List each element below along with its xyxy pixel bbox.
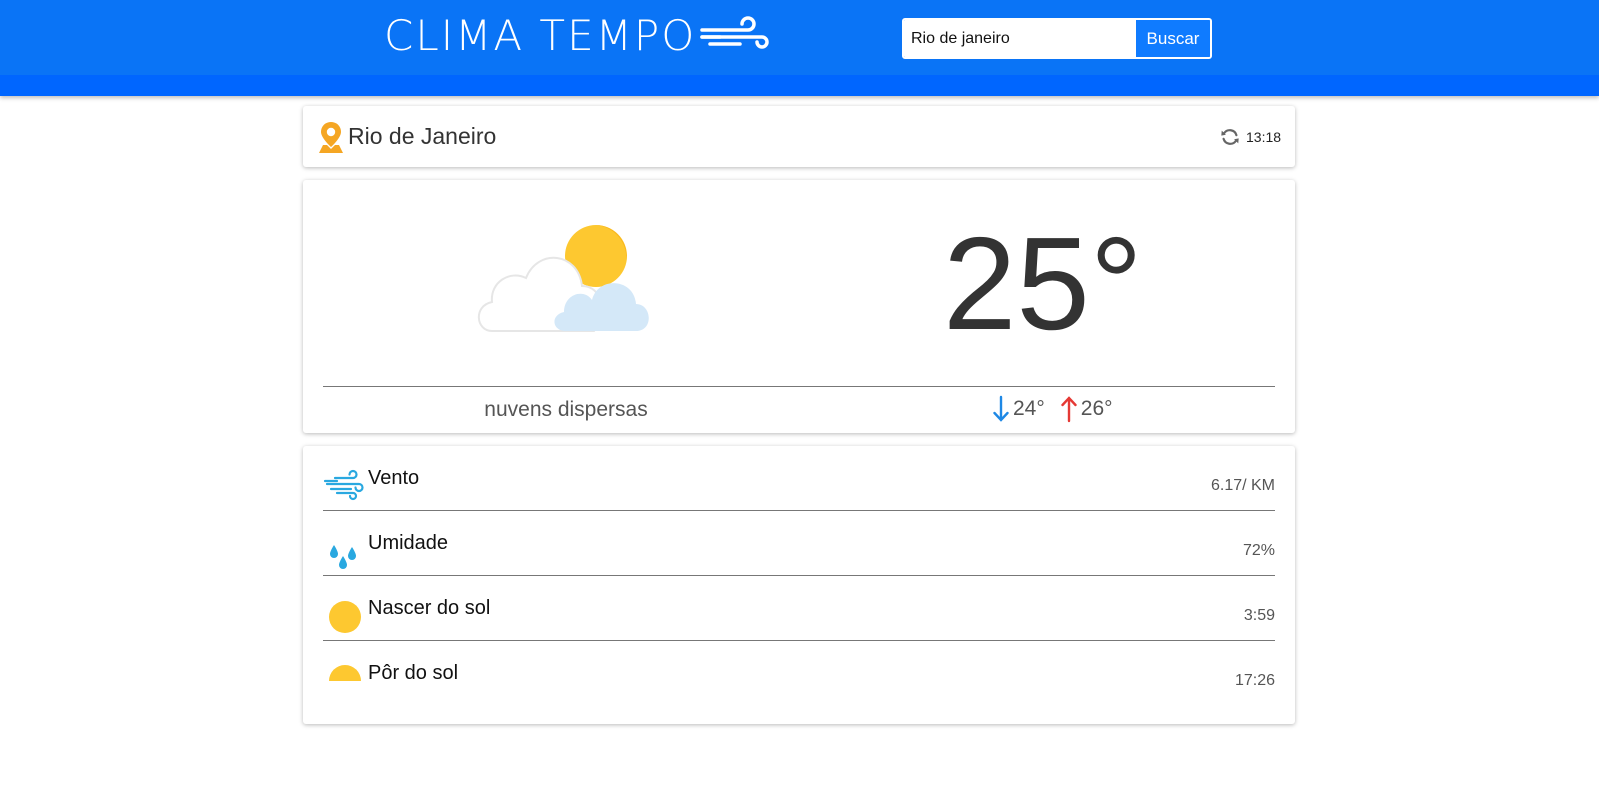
current-temperature: 25° bbox=[943, 210, 1143, 357]
detail-row-wind: Vento 6.17/ KM bbox=[323, 446, 1275, 511]
search-bar: Buscar bbox=[902, 18, 1212, 59]
update-time: 13:18 bbox=[1246, 129, 1282, 145]
detail-value: 17:26 bbox=[1234, 672, 1275, 689]
detail-row-sunrise: Nascer do sol 3:59 bbox=[323, 576, 1275, 641]
app-header: CLIMA TEMPO Buscar bbox=[0, 0, 1599, 96]
detail-label: Umidade bbox=[368, 532, 449, 554]
detail-row-sunset: Pôr do sol 17:26 bbox=[323, 641, 1275, 706]
arrow-up-icon bbox=[1061, 396, 1077, 423]
refresh-icon[interactable] bbox=[1219, 126, 1241, 148]
wind-icon bbox=[323, 469, 364, 501]
location-card: Rio de Janeiro 13:18 bbox=[303, 106, 1295, 167]
detail-row-humidity: Umidade 72% bbox=[323, 511, 1275, 576]
divider bbox=[323, 386, 1275, 387]
sunset-icon bbox=[329, 665, 361, 681]
logo-wind-icon bbox=[700, 16, 769, 49]
min-max-temperature: 24° 26° bbox=[993, 394, 1113, 424]
arrow-down-icon bbox=[993, 395, 1009, 422]
weather-details-card: Vento 6.17/ KM Umidade 72% Nascer do sol… bbox=[303, 446, 1295, 724]
min-temperature: 24° bbox=[1013, 397, 1045, 420]
app-logo[interactable]: CLIMA TEMPO bbox=[384, 10, 772, 62]
detail-value: 72% bbox=[1242, 542, 1275, 559]
header-top-bar bbox=[0, 0, 1599, 75]
logo-text: CLIMA TEMPO bbox=[384, 11, 697, 60]
sunrise-icon bbox=[329, 601, 361, 633]
current-weather-card: 25° nuvens dispersas 24° 26° bbox=[303, 180, 1295, 433]
partly-cloudy-icon bbox=[477, 225, 649, 332]
max-temperature: 26° bbox=[1080, 397, 1113, 420]
raindrops-icon bbox=[330, 545, 356, 569]
detail-label: Vento bbox=[368, 467, 420, 489]
location-pin-icon bbox=[319, 122, 343, 153]
detail-value: 3:59 bbox=[1243, 607, 1275, 624]
search-input[interactable] bbox=[904, 20, 1134, 57]
city-name: Rio de Janeiro bbox=[348, 123, 497, 149]
search-button[interactable]: Buscar bbox=[1134, 20, 1210, 57]
header-accent-bar bbox=[0, 75, 1599, 96]
detail-label: Nascer do sol bbox=[368, 597, 491, 619]
weather-description: nuvens dispersas bbox=[484, 398, 648, 421]
detail-value: 6.17/ KM bbox=[1210, 477, 1275, 494]
detail-label: Pôr do sol bbox=[368, 662, 459, 684]
